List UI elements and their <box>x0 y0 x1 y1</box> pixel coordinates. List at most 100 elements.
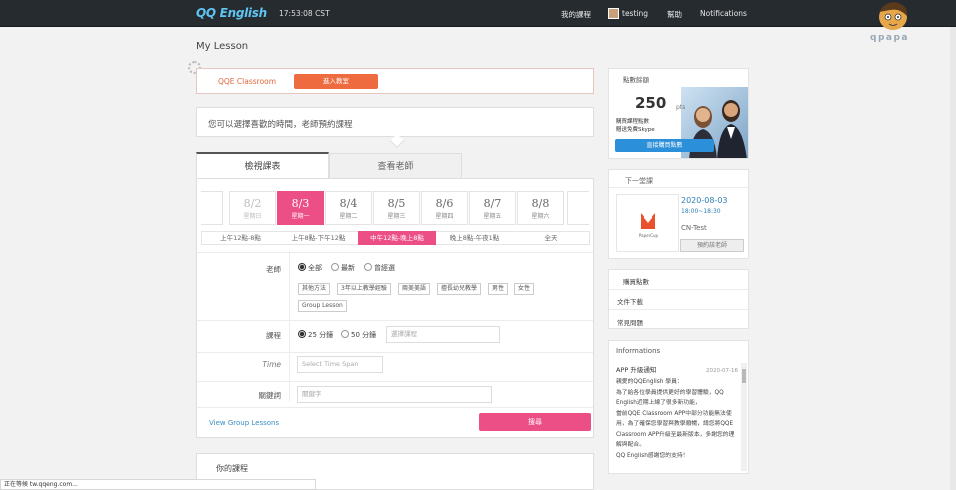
time-span-select[interactable]: Select Time Span <box>297 356 383 373</box>
next-lesson-title: 下一堂課 <box>625 177 653 185</box>
date-weekday: 星期一 <box>291 213 310 220</box>
time-slot-option[interactable]: 全天 <box>513 231 589 245</box>
side-links-card: 購買點數 文件下載 常見問題 <box>608 269 749 329</box>
tab-view-schedule[interactable]: 檢視課表 <box>196 152 329 178</box>
filter-chip[interactable]: 兩美美語 <box>398 283 431 295</box>
form-divider <box>197 407 593 408</box>
date-weekday: 星期五 <box>483 213 502 220</box>
nav-user[interactable]: testing <box>622 9 648 18</box>
info-paragraph: 親愛的QQEnglish 學員： <box>616 379 683 385</box>
filter-chip[interactable]: 擅長幼兒教學 <box>437 283 482 295</box>
date-cell[interactable]: 8/3 星期一 <box>277 191 324 225</box>
time-slot-bar: 上午12點-8點 上午8點-下午12點 中午12點-晚上8點 晚上8點-午夜1點 全天 <box>201 231 590 245</box>
promo-note: 贈送免費Skype <box>616 127 655 133</box>
form-divider <box>197 381 593 382</box>
time-slot-option[interactable]: 中午12點-晚上8點 <box>358 231 436 245</box>
teacher-avatar[interactable]: PaperCup <box>616 194 679 252</box>
teacher-radio-all[interactable]: 全部 <box>298 263 322 273</box>
radio-all-icon <box>298 263 306 271</box>
side-link-faq[interactable]: 常見問題 <box>617 317 643 327</box>
page-scrollbar[interactable] <box>950 27 956 490</box>
nav-my-lessons[interactable]: 我的課程 <box>561 9 591 20</box>
teacher-filter-label: 老師 <box>266 265 281 274</box>
side-link-downloads[interactable]: 文件下載 <box>617 296 643 306</box>
next-lesson-date: 2020-08-03 <box>681 196 728 205</box>
date-cell[interactable]: 8/6 星期四 <box>421 191 468 225</box>
date-cell[interactable]: 8/5 星期三 <box>373 191 420 225</box>
filter-chip[interactable]: 女性 <box>514 283 535 295</box>
filter-chip[interactable]: 男性 <box>488 283 509 295</box>
date-number: 8/3 <box>291 197 310 210</box>
info-item-title[interactable]: APP 升級通知 <box>616 366 656 374</box>
teacher-radio-previous[interactable]: 曾經選 <box>364 263 395 273</box>
filter-chip[interactable]: 3年以上教學經驗 <box>337 283 391 295</box>
info-item-date: 2020-07-16 <box>706 368 738 374</box>
nav-help[interactable]: 幫助 <box>667 9 682 20</box>
date-cell[interactable]: 8/7 星期五 <box>469 191 516 225</box>
date-number: 8/6 <box>435 197 454 210</box>
course-filter-label: 課程 <box>266 331 281 340</box>
radio-previous-icon <box>364 263 372 271</box>
promo-note: 購買課程點數 <box>616 119 650 125</box>
side-link-buy-points[interactable]: 購買點數 <box>623 276 649 286</box>
tab-view-teachers[interactable]: 查看老師 <box>329 153 462 179</box>
user-avatar[interactable] <box>608 8 619 19</box>
info-paragraph: 當前QQE Classroom APP中部分功能無法使用，為了確保您學習與教學順… <box>616 410 735 449</box>
browser-status-bar: 正在等候 tw.qqeng.com... <box>0 479 316 490</box>
card-divider <box>609 289 748 290</box>
next-lesson-time: 18:00~18:30 <box>681 208 721 215</box>
papercup-logo-icon: PaperCup <box>639 213 659 238</box>
course-select[interactable]: 選擇課程 <box>386 326 500 343</box>
date-cell[interactable]: 8/4 星期二 <box>325 191 372 225</box>
view-group-lessons-link[interactable]: View Group Lessons <box>209 419 279 427</box>
search-button[interactable]: 搜尋 <box>479 413 591 431</box>
enter-classroom-button[interactable]: 進入教室 <box>294 74 378 89</box>
form-divider <box>197 320 593 321</box>
informations-title: Informations <box>616 347 661 355</box>
date-weekday: 星期六 <box>531 213 550 220</box>
form-column-divider <box>289 251 290 401</box>
filter-chip-group-lesson[interactable]: Group Lesson <box>298 300 347 312</box>
classroom-card: QQE Classroom 進入教室 <box>196 68 594 94</box>
time-slot-option[interactable]: 上午12點-8點 <box>202 231 279 245</box>
date-number: 8/7 <box>483 197 502 210</box>
keyword-filter-label: 關鍵詞 <box>258 391 282 400</box>
time-slot-option[interactable]: 晚上8點-午夜1點 <box>436 231 513 245</box>
date-cell[interactable]: 8/2 星期日 <box>229 191 276 225</box>
info-scrollbar-thumb[interactable] <box>742 369 746 383</box>
radio-25-icon <box>298 330 306 338</box>
course-radio-50[interactable]: 50 分鐘 <box>341 330 376 340</box>
promo-title: 點數餘額 <box>623 76 649 84</box>
date-number: 8/2 <box>243 197 262 210</box>
qqenglish-logo[interactable]: QQ English <box>196 6 267 20</box>
keyword-input[interactable]: 關鍵字 <box>297 386 492 403</box>
your-lessons-title: 你的課程 <box>216 464 248 473</box>
page-title: My Lesson <box>196 41 249 52</box>
book-teacher-button[interactable]: 預約該老師 <box>680 239 744 252</box>
course-radio-25[interactable]: 25 分鐘 <box>298 330 333 340</box>
classroom-label: QQE Classroom <box>218 77 277 86</box>
booking-form-card: 8/2 星期日 8/3 星期一 8/4 星期二 8/5 星期三 8/6 星期四 8/7 星期五 8/8 星… <box>196 178 594 438</box>
hint-pointer <box>389 133 405 149</box>
informations-card: Informations APP 升級通知 2020-07-16 親愛的QQEn… <box>608 340 749 474</box>
watermark-text: qpapa <box>870 33 909 43</box>
booking-hint-text: 您可以選擇喜歡的時間，老師預約課程 <box>208 120 353 130</box>
time-filter-label: Time <box>262 360 281 369</box>
date-cell[interactable]: 8/8 星期六 <box>517 191 564 225</box>
nav-notifications[interactable]: Notifications <box>700 9 747 18</box>
date-weekday: 星期二 <box>339 213 358 220</box>
date-weekday: 星期四 <box>435 213 454 220</box>
next-lesson-teacher: CN-Test <box>681 224 707 232</box>
filter-chip[interactable]: 其他方法 <box>298 283 331 295</box>
buy-points-button[interactable]: 直接購買點數 <box>615 139 714 152</box>
time-slot-option[interactable]: 上午8點-下午12點 <box>279 231 358 245</box>
date-prev-arrow[interactable] <box>201 191 223 225</box>
watermark-mascot-icon <box>879 2 908 30</box>
logo-caption: PaperCup <box>639 233 659 238</box>
teacher-radio-new[interactable]: 最新 <box>331 263 355 273</box>
radio-50-icon <box>341 330 349 338</box>
info-paragraph: QQ English感謝您的支持！ <box>616 452 689 459</box>
date-next-arrow[interactable] <box>567 191 589 225</box>
radio-new-icon <box>331 263 339 271</box>
form-divider <box>197 352 593 353</box>
